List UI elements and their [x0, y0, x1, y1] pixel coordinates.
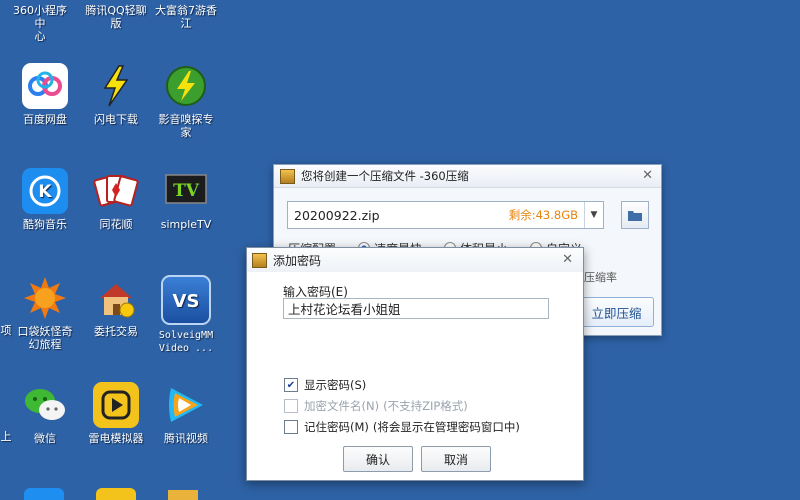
ldplayer-icon [93, 382, 139, 428]
tencent-video-icon [163, 382, 209, 428]
filename-field[interactable]: 20200922.zip 剩余:43.8GB ▼ [287, 201, 604, 229]
show-password-option[interactable]: ✔ 显示密码(S) [284, 377, 366, 393]
desktop-icon-tonghuashun[interactable]: 同花顺 [84, 168, 148, 231]
checkbox-icon [284, 399, 298, 413]
checkbox-checked-icon[interactable]: ✔ [284, 378, 298, 392]
desktop-icon-label: 雷电模拟器 [88, 432, 144, 445]
baidu-netdisk-icon [22, 63, 68, 109]
compress-window-title: 您将创建一个压缩文件 -360压缩 [301, 169, 469, 183]
desktop-icon-flash-download[interactable]: 闪电下载 [84, 63, 148, 126]
svg-text:TV: TV [173, 181, 200, 201]
desktop-icon-partial[interactable] [96, 488, 136, 500]
desktop-icon-trading[interactable]: 委托交易 [84, 275, 148, 338]
svg-text:VS: VS [173, 291, 200, 312]
remember-password-option[interactable]: 记住密码(M) (将会显示在管理密码窗口中) [284, 419, 520, 435]
desktop-icon-label: 酷狗音乐 [23, 218, 67, 231]
close-icon[interactable]: ✕ [562, 252, 573, 267]
password-dialog-titlebar[interactable]: 添加密码 ✕ [247, 248, 583, 272]
compress-window-titlebar[interactable]: 您将创建一个压缩文件 -360压缩 ✕ [274, 165, 661, 188]
desktop-icon-solveigmm[interactable]: VS SolveigMM Video ... [154, 275, 218, 355]
wechat-icon [22, 382, 68, 428]
add-password-dialog: 添加密码 ✕ 输入密码(E) 上村花论坛看小姐姐 ✔ 显示密码(S) 加密文件名… [246, 247, 584, 481]
desktop-icon-ldplayer[interactable]: 雷电模拟器 [84, 382, 148, 445]
tonghuashun-icon [93, 168, 139, 214]
archive-icon [280, 168, 295, 184]
compression-ratio-label: 压缩率 [584, 271, 617, 284]
video-sniffer-icon [163, 63, 209, 109]
chevron-down-icon[interactable]: ▼ [584, 202, 603, 228]
ok-button[interactable]: 确认 [343, 446, 413, 472]
edge-label-fragment: 项 [0, 324, 12, 337]
desktop-icon-label: 同花顺 [99, 218, 133, 231]
desktop-icon-simpletv[interactable]: TV simpleTV [154, 168, 218, 231]
desktop-icon-pokemon[interactable]: 口袋妖怪奇 幻旅程 [13, 275, 77, 351]
pokemon-game-icon [22, 275, 68, 321]
desktop-icon-label: 腾讯视频 [164, 432, 208, 445]
desktop-icon-label: 委托交易 [94, 325, 138, 338]
archive-icon [252, 252, 267, 268]
browse-folder-button[interactable] [621, 201, 649, 229]
password-input[interactable]: 上村花论坛看小姐姐 [283, 298, 549, 319]
desktop-icon-partial[interactable] [24, 488, 64, 500]
encrypt-filename-option: 加密文件名(N) (不支持ZIP格式) [284, 398, 468, 414]
flash-download-icon [93, 63, 139, 109]
remember-password-label: 记住密码(M) [304, 420, 369, 434]
desktop-icon-label: 百度网盘 [23, 113, 67, 126]
desktop-icon-partial[interactable] [168, 490, 198, 500]
folder-icon [628, 210, 642, 221]
desktop-icon-video-sniffer[interactable]: 影音嗅探专 家 [154, 63, 218, 139]
desktop-label-richman7[interactable]: 大富翁7游香 江 [154, 4, 218, 30]
filename-value[interactable]: 20200922.zip [288, 208, 509, 223]
desktop-icon-tencent-video[interactable]: 腾讯视频 [154, 382, 218, 445]
simpletv-icon: TV [163, 168, 209, 214]
encrypt-filename-label: 加密文件名(N) [304, 399, 380, 413]
remaining-space: 剩余:43.8GB [508, 208, 578, 222]
svg-text:K: K [38, 182, 52, 202]
show-password-label: 显示密码(S) [304, 378, 367, 392]
checkbox-icon[interactable] [284, 420, 298, 434]
desktop-icon-label: SolveigMM Video ... [158, 330, 214, 354]
desktop-icon-label: 闪电下载 [94, 113, 138, 126]
desktop-icon-label: simpleTV [160, 218, 212, 231]
encrypt-filename-note: (不支持ZIP格式) [383, 399, 468, 413]
password-dialog-title: 添加密码 [273, 253, 322, 268]
edge-label-fragment: 上 [0, 430, 12, 443]
compress-now-button[interactable]: 立即压缩 [579, 297, 654, 327]
desktop-icon-label: 影音嗅探专 家 [158, 113, 214, 139]
desktop-label-360-miniprogram[interactable]: 360小程序中 心 [8, 4, 72, 43]
trading-house-icon [93, 275, 139, 321]
solveigmm-icon: VS [161, 275, 211, 325]
remember-password-note: (将会显示在管理密码窗口中) [372, 420, 520, 434]
cancel-button[interactable]: 取消 [421, 446, 491, 472]
kugou-icon: K [22, 168, 68, 214]
desktop-icon-kugou[interactable]: K 酷狗音乐 [13, 168, 77, 231]
desktop-icon-baidu-netdisk[interactable]: 百度网盘 [13, 63, 77, 126]
desktop-label-qq-lite[interactable]: 腾讯QQ轻聊 版 [84, 4, 148, 30]
close-icon[interactable]: ✕ [642, 168, 653, 183]
